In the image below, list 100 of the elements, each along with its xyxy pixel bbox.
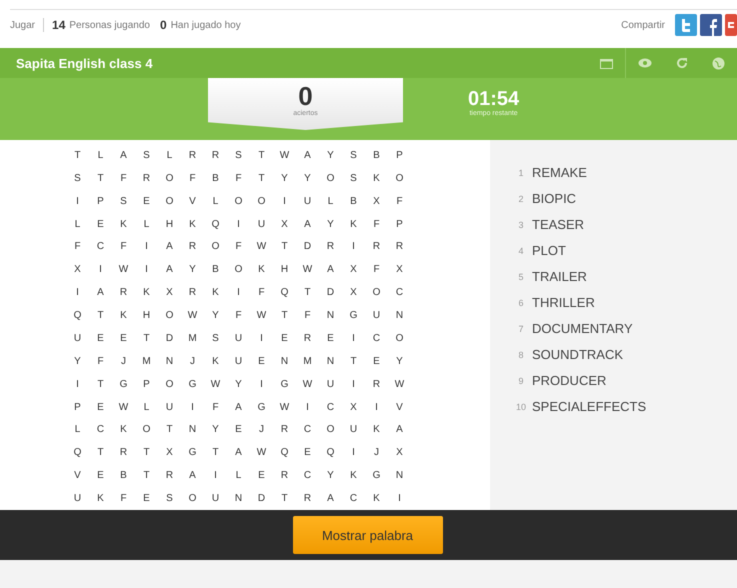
grid-letter[interactable]: R xyxy=(273,464,296,488)
grid-letter[interactable]: J xyxy=(365,441,388,464)
grid-letter[interactable]: C xyxy=(319,396,342,418)
grid-letter[interactable]: Y xyxy=(181,258,204,282)
grid-letter[interactable]: S xyxy=(342,166,365,190)
grid-letter[interactable]: U xyxy=(342,418,365,442)
grid-letter[interactable]: U xyxy=(66,487,89,510)
grid-letter[interactable]: F xyxy=(227,166,250,190)
grid-letter[interactable]: T xyxy=(250,144,273,167)
grid-letter[interactable]: X xyxy=(158,441,181,464)
grid-letter[interactable]: T xyxy=(89,441,112,464)
grid-letter[interactable]: A xyxy=(388,418,411,442)
grid-letter[interactable]: R xyxy=(319,236,342,258)
grid-letter[interactable]: L xyxy=(319,190,342,213)
grid-letter[interactable]: W xyxy=(112,396,135,418)
grid-letter[interactable]: O xyxy=(227,190,250,213)
grid-letter[interactable]: R xyxy=(181,144,204,167)
grid-letter[interactable]: U xyxy=(319,372,342,396)
grid-letter[interactable]: Y xyxy=(296,166,319,190)
grid-letter[interactable]: O xyxy=(204,236,227,258)
grid-letter[interactable]: K xyxy=(365,166,388,190)
grid-letter[interactable]: T xyxy=(66,144,89,167)
grid-letter[interactable]: I xyxy=(135,236,158,258)
grid-letter[interactable]: X xyxy=(342,396,365,418)
grid-letter[interactable]: A xyxy=(296,212,319,236)
grid-letter[interactable]: F xyxy=(204,396,227,418)
play-link[interactable]: Jugar xyxy=(10,20,36,30)
grid-letter[interactable]: X xyxy=(273,212,296,236)
grid-letter[interactable]: T xyxy=(273,236,296,258)
grid-letter[interactable]: T xyxy=(273,304,296,327)
grid-letter[interactable]: B xyxy=(112,464,135,488)
grid-letter[interactable]: I xyxy=(342,372,365,396)
grid-letter[interactable]: N xyxy=(388,304,411,327)
grid-letter[interactable]: K xyxy=(181,212,204,236)
grid-letter[interactable]: M xyxy=(296,350,319,373)
grid-letter[interactable]: U xyxy=(250,212,273,236)
grid-letter[interactable]: L xyxy=(135,212,158,236)
grid-letter[interactable]: T xyxy=(135,464,158,488)
grid-letter[interactable]: W xyxy=(273,396,296,418)
grid-letter[interactable]: A xyxy=(158,236,181,258)
grid-letter[interactable]: K xyxy=(204,350,227,373)
grid-letter[interactable]: S xyxy=(227,144,250,167)
grid-letter[interactable]: X xyxy=(342,258,365,282)
grid-letter[interactable]: Y xyxy=(204,418,227,442)
grid-letter[interactable]: Y xyxy=(319,464,342,488)
grid-letter[interactable]: I xyxy=(342,441,365,464)
grid-letter[interactable]: F xyxy=(66,236,89,258)
grid-letter[interactable]: O xyxy=(388,327,411,350)
refresh-icon[interactable] xyxy=(676,57,688,69)
grid-letter[interactable]: V xyxy=(181,190,204,213)
facebook-icon[interactable] xyxy=(700,14,722,36)
grid-letter[interactable]: E xyxy=(135,487,158,510)
grid-letter[interactable]: K xyxy=(135,281,158,304)
grid-letter[interactable]: P xyxy=(135,372,158,396)
grid-letter[interactable]: W xyxy=(296,372,319,396)
grid-letter[interactable]: I xyxy=(388,487,411,510)
grid-letter[interactable]: N xyxy=(227,487,250,510)
grid-letter[interactable]: S xyxy=(112,190,135,213)
grid-letter[interactable]: I xyxy=(365,396,388,418)
grid-letter[interactable]: L xyxy=(204,190,227,213)
grid-letter[interactable]: I xyxy=(227,212,250,236)
grid-letter[interactable]: O xyxy=(158,372,181,396)
grid-letter[interactable]: I xyxy=(89,258,112,282)
grid-letter[interactable]: O xyxy=(388,166,411,190)
grid-letter[interactable]: L xyxy=(66,212,89,236)
grid-letter[interactable]: F xyxy=(250,281,273,304)
grid-letter[interactable]: P xyxy=(388,212,411,236)
grid-letter[interactable]: E xyxy=(89,464,112,488)
grid-letter[interactable]: Q xyxy=(319,441,342,464)
grid-letter[interactable]: J xyxy=(250,418,273,442)
grid-letter[interactable]: P xyxy=(388,144,411,167)
grid-letter[interactable]: U xyxy=(365,304,388,327)
grid-letter[interactable]: Q xyxy=(66,304,89,327)
grid-letter[interactable]: N xyxy=(319,350,342,373)
grid-letter[interactable]: D xyxy=(319,281,342,304)
grid-letter[interactable]: O xyxy=(158,304,181,327)
grid-letter[interactable]: A xyxy=(158,258,181,282)
grid-letter[interactable]: S xyxy=(342,144,365,167)
twitter-icon[interactable] xyxy=(675,14,697,36)
grid-letter[interactable]: E xyxy=(273,327,296,350)
grid-letter[interactable]: C xyxy=(296,418,319,442)
eye-icon[interactable] xyxy=(638,58,652,68)
grid-letter[interactable]: E xyxy=(89,212,112,236)
grid-letter[interactable]: R xyxy=(365,372,388,396)
grid-letter[interactable]: N xyxy=(181,418,204,442)
grid-letter[interactable]: U xyxy=(296,190,319,213)
grid-letter[interactable]: V xyxy=(66,464,89,488)
grid-letter[interactable]: G xyxy=(112,372,135,396)
grid-letter[interactable]: D xyxy=(250,487,273,510)
grid-letter[interactable]: W xyxy=(112,258,135,282)
grid-letter[interactable]: T xyxy=(158,418,181,442)
grid-letter[interactable]: J xyxy=(181,350,204,373)
grid-letter[interactable]: U xyxy=(227,327,250,350)
grid-letter[interactable]: X xyxy=(158,281,181,304)
grid-letter[interactable]: V xyxy=(388,396,411,418)
grid-letter[interactable]: N xyxy=(273,350,296,373)
grid-letter[interactable]: W xyxy=(388,372,411,396)
grid-letter[interactable]: K xyxy=(112,418,135,442)
grid-letter[interactable]: D xyxy=(158,327,181,350)
grid-letter[interactable]: X xyxy=(388,441,411,464)
